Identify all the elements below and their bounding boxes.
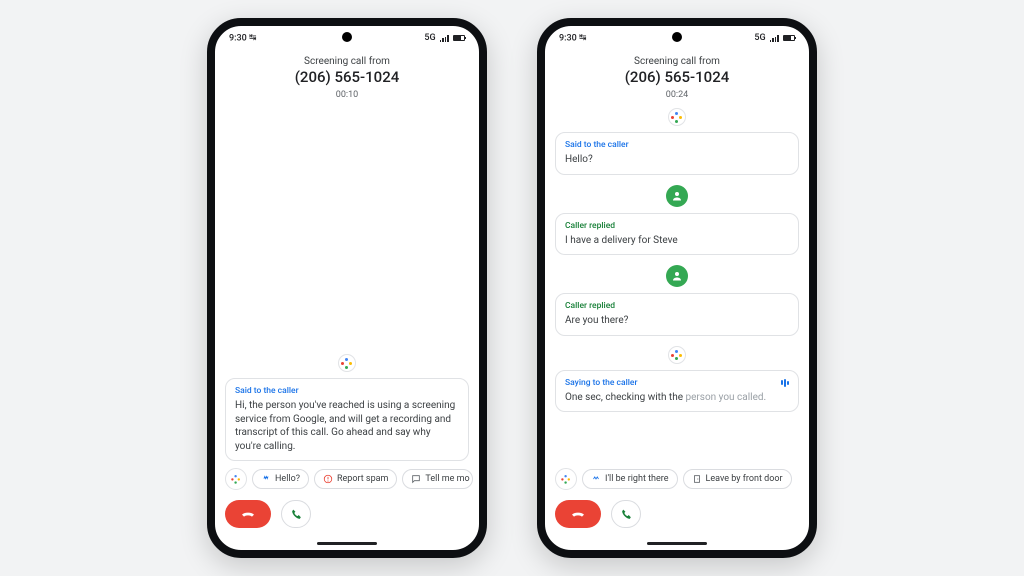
caller-avatar <box>555 265 799 287</box>
battery-icon <box>453 35 465 41</box>
chat-icon <box>411 474 421 484</box>
chip-label: Tell me mo <box>425 474 469 484</box>
status-time: 9:30 <box>559 33 577 43</box>
card-label: Caller replied <box>565 301 789 311</box>
card-label: Said to the caller <box>565 140 789 150</box>
wave-icon <box>261 474 271 484</box>
person-icon <box>671 190 683 202</box>
call-action-bar <box>545 496 809 536</box>
signal-icon <box>770 35 779 42</box>
wave-icon <box>591 474 601 484</box>
transcript-card-assistant-live: Saying to the caller One sec, checking w… <box>555 370 799 413</box>
battery-icon <box>783 35 795 41</box>
card-text: I have a delivery for Steve <box>565 234 789 248</box>
card-text: Hi, the person you've reached is using a… <box>235 399 459 453</box>
chip-label: Hello? <box>275 474 300 484</box>
door-icon <box>692 474 702 484</box>
card-label: Caller replied <box>565 221 789 231</box>
caller-avatar <box>555 185 799 207</box>
call-forward-icon: ↹ <box>579 33 587 43</box>
chip-right-there[interactable]: I'll be right there <box>582 469 678 489</box>
card-text-pending: person you called. <box>686 392 767 403</box>
assistant-chip-icon[interactable] <box>225 468 247 490</box>
chip-label: Report spam <box>337 474 388 484</box>
answer-button[interactable] <box>611 500 641 528</box>
phone-down-icon <box>570 506 586 522</box>
answer-button[interactable] <box>281 500 311 528</box>
status-network: 5G <box>424 33 435 43</box>
transcript-card-assistant: Said to the caller Hi, the person you've… <box>225 378 469 461</box>
chip-label: I'll be right there <box>605 474 669 484</box>
spam-icon <box>323 474 333 484</box>
call-forward-icon: ↹ <box>249 33 257 43</box>
card-label: Saying to the caller <box>565 378 789 388</box>
phone-icon <box>290 508 303 521</box>
transcript-card-assistant: Said to the caller Hello? <box>555 132 799 175</box>
phone-down-icon <box>240 506 256 522</box>
card-label: Said to the caller <box>235 386 459 396</box>
hang-up-button[interactable] <box>225 500 271 528</box>
header-duration: 00:24 <box>555 90 799 100</box>
speaking-indicator-icon <box>781 379 789 387</box>
assistant-avatar <box>555 346 799 364</box>
phone-left: 9:30 ↹ 5G Screening call from (206) 565-… <box>207 18 487 558</box>
signal-icon <box>440 35 449 42</box>
header-label: Screening call from <box>225 56 469 67</box>
status-time: 9:30 <box>229 33 247 43</box>
header-number: (206) 565-1024 <box>555 68 799 86</box>
call-action-bar <box>215 496 479 536</box>
phone-right: 9:30 ↹ 5G Screening call from (206) 565-… <box>537 18 817 558</box>
quick-reply-row: Hello? Report spam Tell me mo <box>215 461 479 496</box>
chip-label: Leave by front door <box>706 474 783 484</box>
header-number: (206) 565-1024 <box>225 68 469 86</box>
card-text: One sec, checking with the person you ca… <box>565 391 789 405</box>
transcript-card-caller: Caller replied Are you there? <box>555 293 799 336</box>
chip-hello[interactable]: Hello? <box>252 469 309 489</box>
chip-tell-more[interactable]: Tell me mo <box>402 469 472 489</box>
person-icon <box>671 270 683 282</box>
card-text: Are you there? <box>565 314 789 328</box>
assistant-avatar <box>225 354 469 372</box>
quick-reply-row: I'll be right there Leave by front door <box>545 461 809 496</box>
header-duration: 00:10 <box>225 90 469 100</box>
assistant-avatar <box>555 108 799 126</box>
hang-up-button[interactable] <box>555 500 601 528</box>
call-header: Screening call from (206) 565-1024 00:10 <box>215 48 479 104</box>
phone-icon <box>620 508 633 521</box>
transcript-card-caller: Caller replied I have a delivery for Ste… <box>555 213 799 256</box>
nav-bar[interactable] <box>215 536 479 550</box>
chip-leave-door[interactable]: Leave by front door <box>683 469 792 489</box>
status-network: 5G <box>754 33 765 43</box>
camera-notch <box>672 32 682 42</box>
header-label: Screening call from <box>555 56 799 67</box>
card-text-main: One sec, checking with the <box>565 392 686 403</box>
chip-report-spam[interactable]: Report spam <box>314 469 397 489</box>
camera-notch <box>342 32 352 42</box>
call-header: Screening call from (206) 565-1024 00:24 <box>545 48 809 104</box>
card-text: Hello? <box>565 153 789 167</box>
card-label-text: Saying to the caller <box>565 378 637 388</box>
nav-bar[interactable] <box>545 536 809 550</box>
assistant-chip-icon[interactable] <box>555 468 577 490</box>
